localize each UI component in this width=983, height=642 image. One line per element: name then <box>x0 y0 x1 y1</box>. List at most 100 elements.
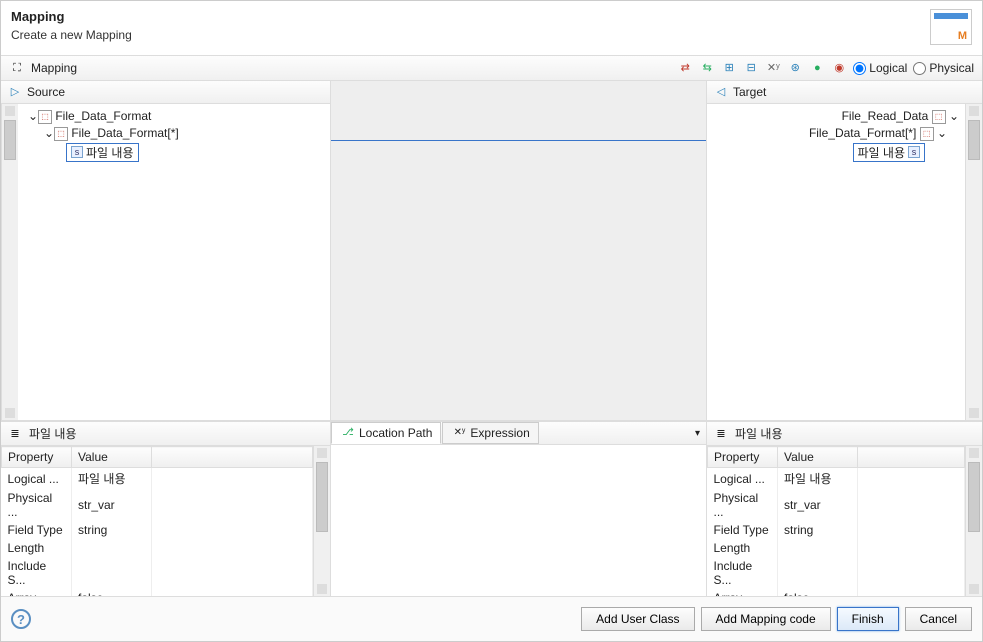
dialog-subtitle: Create a new Mapping <box>11 28 132 42</box>
finish-button[interactable]: Finish <box>837 607 899 631</box>
prop-key: Field Type <box>2 521 72 539</box>
mapping-connection-line[interactable] <box>331 140 706 141</box>
field-icon: ≣ <box>713 426 729 442</box>
collapse-icon[interactable]: ⊞ <box>721 60 737 76</box>
col-value[interactable]: Value <box>778 447 858 468</box>
col-value[interactable]: Value <box>72 447 152 468</box>
col-property[interactable]: Property <box>708 447 778 468</box>
xy-icon[interactable]: ✕ʸ <box>765 60 781 76</box>
prop-key: Logical ... <box>2 468 72 490</box>
target-title: Target <box>733 85 766 99</box>
table-row[interactable]: Field Typestring <box>2 521 313 539</box>
prop-value <box>778 557 858 589</box>
target-panel: ◁ Target File_Read_Data ⬚ ⌄ File_Data_Fo… <box>707 81 982 420</box>
table-row[interactable]: Logical ...파일 내용 <box>708 468 965 490</box>
field-icon: ≣ <box>7 426 23 442</box>
source-title: Source <box>27 85 65 99</box>
source-properties-panel: ≣ 파일 내용 Property Value Logical ...파일 내용P… <box>1 422 331 596</box>
col-blank <box>858 447 965 468</box>
target-arrow-icon: ◁ <box>713 84 729 100</box>
prop-value: string <box>778 521 858 539</box>
table-row[interactable]: Arrayfalse <box>708 589 965 596</box>
add-mapping-code-button[interactable]: Add Mapping code <box>701 607 831 631</box>
refresh-icon[interactable]: ⊛ <box>787 60 803 76</box>
expression-editor[interactable] <box>331 445 706 596</box>
target-root-node[interactable]: File_Read_Data ⬚ ⌄ <box>709 108 963 125</box>
prop-value: false <box>72 589 152 596</box>
mapping-connector-area <box>331 81 707 420</box>
dialog-title: Mapping <box>11 9 132 24</box>
source-properties-title: 파일 내용 <box>29 425 77 442</box>
target-child-node[interactable]: File_Data_Format[*] ⬚ ⌄ <box>709 125 963 142</box>
table-row[interactable]: Arrayfalse <box>2 589 313 596</box>
prop-value: false <box>778 589 858 596</box>
tab-expression[interactable]: ✕ʸ Expression <box>442 422 538 444</box>
schema-icon: ⬚ <box>38 110 52 124</box>
prop-key: Include S... <box>708 557 778 589</box>
table-row[interactable]: Logical ...파일 내용 <box>2 468 313 490</box>
help-icon[interactable]: ? <box>11 609 31 629</box>
schema-icon: ⬚ <box>932 110 946 124</box>
prop-key: Length <box>708 539 778 557</box>
string-field-icon: s <box>71 146 83 158</box>
table-row[interactable]: Length <box>708 539 965 557</box>
expand-icon[interactable]: ⊟ <box>743 60 759 76</box>
expression-panel: ⎇ Location Path ✕ʸ Expression ▾ <box>331 422 707 596</box>
mapping-wizard-icon <box>930 9 972 45</box>
tab-location-path[interactable]: ⎇ Location Path <box>331 422 441 444</box>
source-properties-table: Property Value Logical ...파일 내용Physical … <box>1 446 313 596</box>
auto-map-icon[interactable]: ⇆ <box>699 60 715 76</box>
view-physical-radio[interactable]: Physical <box>913 61 974 75</box>
mapping-toolbar-label: Mapping <box>31 61 77 75</box>
link-icon[interactable]: ⇄ <box>677 60 693 76</box>
string-field-icon: s <box>908 146 920 158</box>
source-props-scrollbar[interactable] <box>313 446 330 596</box>
prop-value: 파일 내용 <box>778 468 858 490</box>
prop-key: Logical ... <box>708 468 778 490</box>
col-property[interactable]: Property <box>2 447 72 468</box>
path-icon: ⎇ <box>340 425 356 441</box>
prop-value: string <box>72 521 152 539</box>
view-logical-radio[interactable]: Logical <box>853 61 907 75</box>
schema-icon: ⬚ <box>54 127 68 141</box>
source-root-node[interactable]: ⌄⬚ File_Data_Format <box>20 108 328 125</box>
prop-key: Include S... <box>2 557 72 589</box>
source-scrollbar-left[interactable] <box>1 104 18 420</box>
tab-overflow-icon[interactable]: ▾ <box>695 428 706 439</box>
target-properties-panel: ≣ 파일 내용 Property Value Logical ...파일 내용P… <box>707 422 982 596</box>
table-row[interactable]: Field Typestring <box>708 521 965 539</box>
table-row[interactable]: Include S... <box>2 557 313 589</box>
mapping-dialog: Mapping Create a new Mapping ⛶ Mapping ⇄… <box>0 0 983 642</box>
prop-key: Array <box>2 589 72 596</box>
cancel-button[interactable]: Cancel <box>905 607 972 631</box>
prop-key: Field Type <box>708 521 778 539</box>
prop-value <box>72 557 152 589</box>
prop-value: str_var <box>72 489 152 521</box>
prop-key: Physical ... <box>708 489 778 521</box>
dialog-footer: ? Add User Class Add Mapping code Finish… <box>1 596 982 641</box>
source-panel: ▷ Source ⌄⬚ File_Data_Format ⌄⬚ File_Dat… <box>1 81 331 420</box>
target-properties-table: Property Value Logical ...파일 내용Physical … <box>707 446 965 596</box>
prop-value <box>72 539 152 557</box>
dialog-header: Mapping Create a new Mapping <box>1 1 982 55</box>
mapping-canvas: ▷ Source ⌄⬚ File_Data_Format ⌄⬚ File_Dat… <box>1 81 982 421</box>
target-properties-title: 파일 내용 <box>735 425 783 442</box>
dot-red-icon[interactable]: ◉ <box>831 60 847 76</box>
source-arrow-icon: ▷ <box>7 84 23 100</box>
target-scrollbar-right[interactable] <box>965 104 982 420</box>
table-row[interactable]: Length <box>2 539 313 557</box>
table-row[interactable]: Physical ...str_var <box>2 489 313 521</box>
mapping-tree-icon: ⛶ <box>9 60 25 76</box>
table-row[interactable]: Include S... <box>708 557 965 589</box>
source-leaf-node[interactable]: s 파일 내용 <box>20 142 328 163</box>
target-props-scrollbar[interactable] <box>965 446 982 596</box>
target-leaf-node[interactable]: 파일 내용 s <box>709 142 963 163</box>
table-row[interactable]: Physical ...str_var <box>708 489 965 521</box>
mapping-toolbar: ⛶ Mapping ⇄ ⇆ ⊞ ⊟ ✕ʸ ⊛ ● ◉ Logical Physi… <box>1 56 982 81</box>
prop-value: str_var <box>778 489 858 521</box>
prop-value: 파일 내용 <box>72 468 152 490</box>
add-user-class-button[interactable]: Add User Class <box>581 607 694 631</box>
expression-icon: ✕ʸ <box>451 425 467 441</box>
dot-green-icon[interactable]: ● <box>809 60 825 76</box>
source-child-node[interactable]: ⌄⬚ File_Data_Format[*] <box>20 125 328 142</box>
